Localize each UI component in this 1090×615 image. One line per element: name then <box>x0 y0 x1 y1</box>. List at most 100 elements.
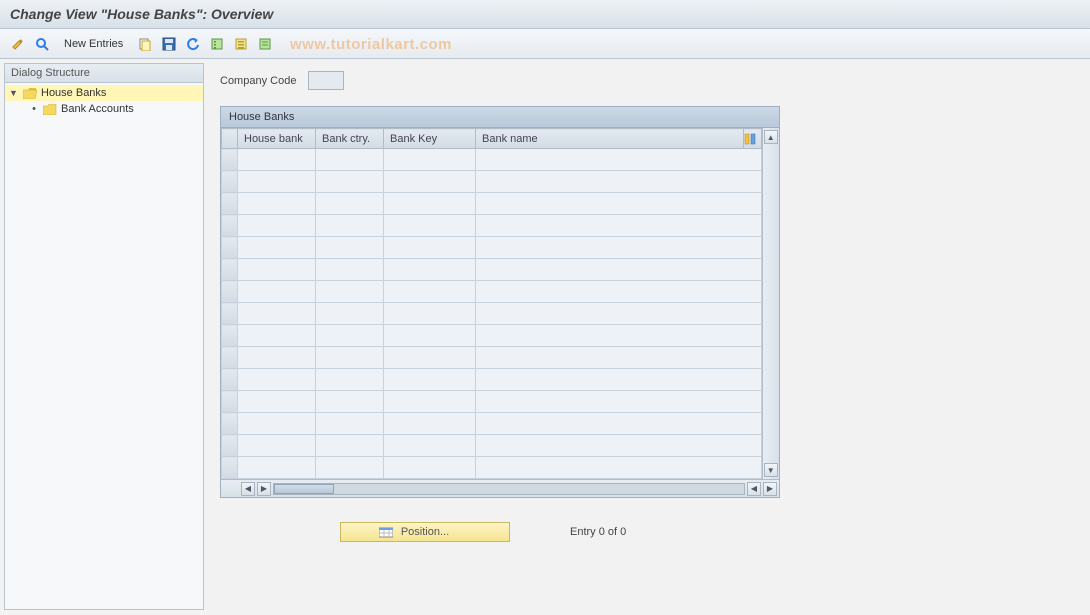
cell-bank-name[interactable] <box>476 193 762 215</box>
cell-bank-ctry[interactable] <box>316 259 384 281</box>
table-row[interactable] <box>222 281 762 303</box>
cell-bank-key[interactable] <box>384 369 476 391</box>
cell-bank-key[interactable] <box>384 237 476 259</box>
row-selector[interactable] <box>222 391 238 413</box>
collapse-icon[interactable]: ▼ <box>9 88 19 98</box>
cell-house-bank[interactable] <box>238 303 316 325</box>
row-selector[interactable] <box>222 457 238 479</box>
row-selector[interactable] <box>222 281 238 303</box>
table-config-icon[interactable] <box>743 129 761 149</box>
tree-node-bank-accounts[interactable]: • Bank Accounts <box>5 101 203 117</box>
cell-bank-key[interactable] <box>384 259 476 281</box>
cell-bank-key[interactable] <box>384 193 476 215</box>
cell-bank-key[interactable] <box>384 413 476 435</box>
table-row[interactable] <box>222 325 762 347</box>
cell-bank-name[interactable] <box>476 215 762 237</box>
scroll-left-icon[interactable]: ◀ <box>241 482 255 496</box>
row-selector[interactable] <box>222 259 238 281</box>
table-row[interactable] <box>222 171 762 193</box>
cell-house-bank[interactable] <box>238 391 316 413</box>
cell-bank-ctry[interactable] <box>316 303 384 325</box>
row-selector[interactable] <box>222 369 238 391</box>
cell-bank-name[interactable] <box>476 149 762 171</box>
cell-bank-name[interactable] <box>476 413 762 435</box>
cell-bank-ctry[interactable] <box>316 149 384 171</box>
cell-bank-name[interactable] <box>476 347 762 369</box>
cell-bank-ctry[interactable] <box>316 281 384 303</box>
tree-node-house-banks[interactable]: ▼ House Banks <box>5 85 203 101</box>
cell-bank-name[interactable] <box>476 237 762 259</box>
row-selector[interactable] <box>222 413 238 435</box>
cell-bank-key[interactable] <box>384 171 476 193</box>
cell-bank-key[interactable] <box>384 149 476 171</box>
cell-bank-name[interactable] <box>476 171 762 193</box>
copy-icon[interactable] <box>135 34 155 54</box>
cell-bank-key[interactable] <box>384 435 476 457</box>
table-row[interactable] <box>222 237 762 259</box>
row-selector[interactable] <box>222 435 238 457</box>
col-header-house-bank[interactable]: House bank <box>238 129 316 149</box>
cell-bank-ctry[interactable] <box>316 193 384 215</box>
undo-icon[interactable] <box>183 34 203 54</box>
scroll-up-icon[interactable]: ▲ <box>764 130 778 144</box>
position-button[interactable]: Position... <box>340 522 510 542</box>
row-selector[interactable] <box>222 237 238 259</box>
hscroll-track[interactable] <box>273 483 745 495</box>
cell-bank-ctry[interactable] <box>316 237 384 259</box>
table-row[interactable] <box>222 457 762 479</box>
cell-bank-name[interactable] <box>476 303 762 325</box>
scroll-right-icon[interactable]: ▶ <box>257 482 271 496</box>
table-row[interactable] <box>222 391 762 413</box>
horizontal-scrollbar[interactable]: ◀ ▶ ◀ ▶ <box>221 479 779 497</box>
cell-bank-name[interactable] <box>476 259 762 281</box>
scroll-left-end-icon[interactable]: ◀ <box>747 482 761 496</box>
cell-bank-name[interactable] <box>476 281 762 303</box>
cell-house-bank[interactable] <box>238 193 316 215</box>
cell-bank-key[interactable] <box>384 215 476 237</box>
cell-bank-ctry[interactable] <box>316 413 384 435</box>
cell-bank-ctry[interactable] <box>316 457 384 479</box>
cell-bank-name[interactable] <box>476 369 762 391</box>
cell-bank-ctry[interactable] <box>316 215 384 237</box>
cell-bank-key[interactable] <box>384 303 476 325</box>
table-row[interactable] <box>222 303 762 325</box>
print-icon[interactable] <box>255 34 275 54</box>
cell-bank-name[interactable] <box>476 435 762 457</box>
cell-bank-ctry[interactable] <box>316 391 384 413</box>
cell-house-bank[interactable] <box>238 457 316 479</box>
cell-bank-key[interactable] <box>384 281 476 303</box>
cell-bank-name[interactable] <box>476 325 762 347</box>
cell-bank-name[interactable] <box>476 457 762 479</box>
scroll-down-icon[interactable]: ▼ <box>764 463 778 477</box>
cell-bank-key[interactable] <box>384 457 476 479</box>
row-selector[interactable] <box>222 149 238 171</box>
table-row[interactable] <box>222 369 762 391</box>
cell-bank-key[interactable] <box>384 325 476 347</box>
hscroll-thumb[interactable] <box>274 484 334 494</box>
scroll-right-end-icon[interactable]: ▶ <box>763 482 777 496</box>
cell-house-bank[interactable] <box>238 325 316 347</box>
row-selector[interactable] <box>222 215 238 237</box>
cell-house-bank[interactable] <box>238 369 316 391</box>
cell-house-bank[interactable] <box>238 281 316 303</box>
cell-house-bank[interactable] <box>238 171 316 193</box>
cell-house-bank[interactable] <box>238 347 316 369</box>
table-row[interactable] <box>222 259 762 281</box>
cell-house-bank[interactable] <box>238 259 316 281</box>
col-header-bank-name[interactable]: Bank name <box>476 129 744 149</box>
row-selector[interactable] <box>222 325 238 347</box>
table-row[interactable] <box>222 215 762 237</box>
vertical-scrollbar[interactable]: ▲ ▼ <box>762 128 779 479</box>
cell-bank-name[interactable] <box>476 391 762 413</box>
cell-house-bank[interactable] <box>238 435 316 457</box>
col-header-bank-key[interactable]: Bank Key <box>384 129 476 149</box>
select-all-icon[interactable] <box>207 34 227 54</box>
cell-bank-ctry[interactable] <box>316 347 384 369</box>
cell-house-bank[interactable] <box>238 149 316 171</box>
row-selector-header[interactable] <box>222 129 238 149</box>
cell-house-bank[interactable] <box>238 237 316 259</box>
row-selector[interactable] <box>222 171 238 193</box>
company-code-input[interactable] <box>308 71 344 90</box>
col-header-bank-ctry[interactable]: Bank ctry. <box>316 129 384 149</box>
row-selector[interactable] <box>222 347 238 369</box>
